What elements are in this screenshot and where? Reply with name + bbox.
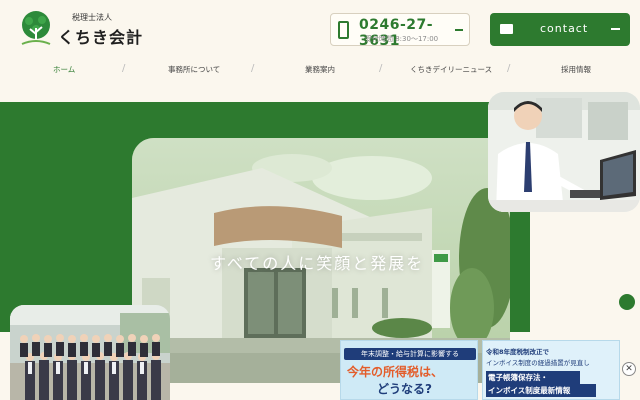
site-logo[interactable]: 税理士法人 くちき会計: [18, 10, 148, 48]
banner-invoice-line2: インボイス制度の経過措置が見直し: [486, 359, 590, 367]
logo-name: くちき会計: [58, 28, 144, 47]
banner-invoice-line4: インボイス制度最新情報: [486, 384, 596, 397]
contact-label: contact: [540, 22, 589, 35]
invoice-system-banner[interactable]: 令和8年度税制改正で インボイス制度の経過措置が見直し 電子帳簿保存法・ インボ…: [482, 340, 620, 400]
tree-logo-icon: [21, 11, 51, 45]
smartphone-icon: [338, 21, 349, 39]
phone-number: 0246-27-3631: [359, 17, 434, 49]
staff-at-desk-photo: [488, 92, 640, 212]
nav-item-daily-news[interactable]: くちきデイリーニュース: [410, 64, 492, 75]
phone-hours: 受付時間 8:30〜17:00: [365, 35, 439, 43]
main-nav: ホーム / 事務所について / 業務案内 / くちきデイリーニュース / 採用情…: [0, 60, 640, 80]
logo-subtitle: 税理士法人: [72, 13, 112, 22]
nav-separator: /: [251, 63, 255, 74]
banner-tax-line1: 年末調整・給与計算に影響する: [344, 348, 476, 360]
banner-tax-line2: 今年の所得税は、: [347, 365, 444, 379]
banner-invoice-line3: 電子帳簿保存法・: [486, 371, 580, 384]
income-tax-banner[interactable]: 年末調整・給与計算に影響する 今年の所得税は、 どうなる?: [340, 340, 478, 400]
nav-item-home[interactable]: ホーム: [53, 64, 75, 75]
nav-item-about[interactable]: 事務所について: [168, 64, 220, 75]
nav-item-services[interactable]: 業務案内: [305, 64, 335, 75]
hero-tagline: すべての人に笑顔と発展を: [210, 254, 425, 273]
nav-item-recruit[interactable]: 採用情報: [561, 64, 591, 75]
phone-contact[interactable]: 0246-27-3631 受付時間 8:30〜17:00: [330, 13, 470, 49]
dash-icon: [455, 29, 463, 31]
team-group-photo: [10, 305, 170, 400]
nav-separator: /: [507, 63, 511, 74]
mail-icon: [500, 24, 513, 34]
banner-invoice-line1: 令和8年度税制改正で: [486, 348, 550, 356]
nav-separator: /: [379, 63, 383, 74]
banner-tax-line3: どうなる?: [377, 382, 432, 396]
dash-icon: [611, 28, 620, 30]
close-icon[interactable]: ✕: [622, 362, 636, 376]
contact-button[interactable]: contact: [490, 13, 630, 46]
nav-separator: /: [122, 63, 126, 74]
slider-indicator-dot[interactable]: [619, 294, 635, 310]
